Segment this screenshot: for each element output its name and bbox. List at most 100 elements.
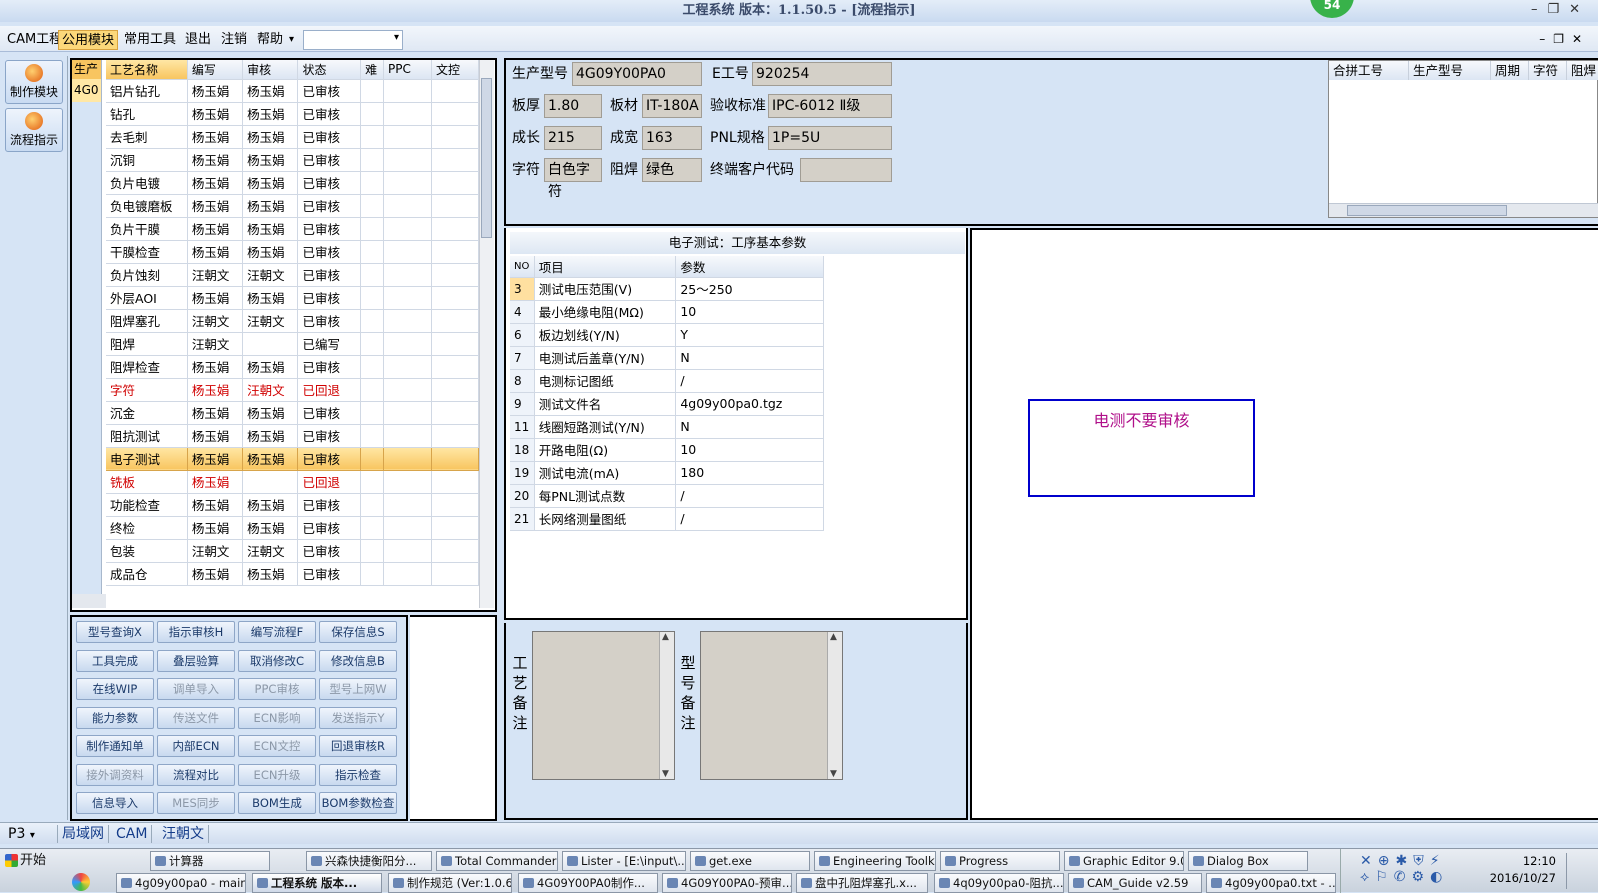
test-col-header[interactable]: 参数 xyxy=(675,256,824,278)
process-col-header[interactable]: 工艺名称 xyxy=(106,60,188,80)
production-cell[interactable]: 4G0 xyxy=(72,79,101,102)
table-cell[interactable] xyxy=(360,378,385,402)
table-cell[interactable] xyxy=(383,378,432,402)
table-cell[interactable] xyxy=(431,516,479,540)
table-cell[interactable]: 终检 xyxy=(106,516,188,540)
table-cell[interactable]: 铣板 xyxy=(106,470,188,494)
action-button[interactable]: MES同步 xyxy=(157,792,235,814)
clock[interactable]: 12:10 2016/10/27 xyxy=(1490,853,1556,887)
table-cell[interactable]: 干膜检查 xyxy=(106,240,188,264)
table-cell[interactable]: 杨玉娟 xyxy=(242,401,299,425)
table-cell[interactable]: 杨玉娟 xyxy=(187,447,244,471)
taskbar-button[interactable]: 工程系统 版本... xyxy=(252,873,382,893)
table-cell[interactable]: 已审核 xyxy=(297,263,362,287)
table-cell[interactable]: 汪朝文 xyxy=(242,309,299,333)
taskbar-button[interactable]: CAM_Guide v2.59 xyxy=(1068,873,1202,893)
table-row[interactable]: 沉铜 杨玉娟 杨玉娟 已审核 xyxy=(106,148,479,172)
table-cell[interactable]: 汪朝文 xyxy=(242,378,299,402)
table-cell[interactable]: 杨玉娟 xyxy=(187,493,244,517)
action-button[interactable]: 发送指示Y xyxy=(319,706,397,729)
taskbar-button[interactable]: get.exe xyxy=(690,851,810,871)
module-combo[interactable] xyxy=(303,30,403,50)
table-cell[interactable]: 杨玉娟 xyxy=(242,516,299,540)
table-cell[interactable]: 阻焊塞孔 xyxy=(106,309,188,333)
table-cell[interactable]: 沉金 xyxy=(106,401,188,425)
taskbar-button[interactable]: 4q09y00pa0-阻抗... xyxy=(934,873,1064,893)
table-cell[interactable]: 已审核 xyxy=(297,286,362,310)
action-button[interactable]: 在线WIP xyxy=(76,678,154,700)
table-cell[interactable] xyxy=(431,470,479,494)
table-cell[interactable]: 杨玉娟 xyxy=(242,286,299,310)
table-cell[interactable]: 杨玉娟 xyxy=(187,401,244,425)
table-cell[interactable] xyxy=(431,401,479,425)
left-hscroll[interactable] xyxy=(72,594,106,608)
action-button[interactable]: 保存信息S xyxy=(319,621,397,643)
action-button[interactable]: 接外调资料 xyxy=(76,763,154,786)
action-button[interactable]: 指示审核H xyxy=(157,621,235,643)
char-field[interactable]: 白色字符 xyxy=(544,158,602,200)
table-row[interactable]: 成品仓 杨玉娟 杨玉娟 已审核 xyxy=(106,562,479,586)
table-cell[interactable]: 已审核 xyxy=(297,309,362,333)
table-cell[interactable]: 负片蚀刻 xyxy=(106,263,188,287)
table-cell[interactable]: 汪朝文 xyxy=(242,539,299,563)
table-cell[interactable] xyxy=(360,240,385,264)
taskbar-button[interactable]: Lister - [E:\input\... xyxy=(562,851,686,871)
table-cell[interactable]: 25～250 xyxy=(675,277,824,301)
table-cell[interactable]: 10 xyxy=(675,300,824,324)
table-row[interactable]: 钻孔 杨玉娟 杨玉娟 已审核 xyxy=(106,102,479,126)
table-cell[interactable] xyxy=(360,332,385,356)
table-cell[interactable]: 杨玉娟 xyxy=(187,171,244,195)
table-row[interactable]: 4 最小绝缘电阻(MΩ) 10 xyxy=(510,300,824,324)
table-row[interactable]: 8 电测标记图纸 / xyxy=(510,369,824,393)
action-button[interactable]: 型号上网W xyxy=(319,678,397,700)
process-col-header[interactable]: PPC xyxy=(383,60,432,80)
table-cell[interactable] xyxy=(360,148,385,172)
table-cell[interactable] xyxy=(360,424,385,448)
table-cell[interactable]: 去毛刺 xyxy=(106,125,188,149)
table-cell[interactable]: 已审核 xyxy=(297,493,362,517)
action-button[interactable]: 回退审核R xyxy=(319,735,397,757)
table-cell[interactable]: 已审核 xyxy=(297,171,362,195)
taskbar-button[interactable]: Dialog Box xyxy=(1188,851,1308,871)
table-cell[interactable]: 已审核 xyxy=(297,240,362,264)
table-cell[interactable]: 已审核 xyxy=(297,79,362,103)
table-row[interactable]: 阻焊检查 杨玉娟 杨玉娟 已审核 xyxy=(106,355,479,379)
taskbar-button[interactable]: 兴森快捷衡阳分... xyxy=(306,851,432,871)
start-button[interactable]: 开始 xyxy=(2,851,68,871)
table-cell[interactable]: 已审核 xyxy=(297,516,362,540)
prod-model-field[interactable]: 4G09Y00PA0 xyxy=(572,62,702,86)
merge-col-char[interactable]: 字符 xyxy=(1529,61,1567,80)
table-cell[interactable]: 已编写 xyxy=(297,332,362,356)
table-cell[interactable] xyxy=(431,171,479,195)
table-cell[interactable] xyxy=(431,424,479,448)
action-button[interactable]: 修改信息B xyxy=(319,649,397,672)
table-cell[interactable] xyxy=(360,470,385,494)
action-button[interactable]: 调单导入 xyxy=(157,678,235,700)
table-cell[interactable] xyxy=(431,539,479,563)
show-desktop-button[interactable] xyxy=(1566,853,1596,889)
table-cell[interactable]: 电测试后盖章(Y/N) xyxy=(534,346,677,370)
table-cell[interactable] xyxy=(431,355,479,379)
table-cell[interactable]: 钻孔 xyxy=(106,102,188,126)
window-controls[interactable]: –❐✕ xyxy=(1531,2,1590,17)
table-cell[interactable]: 汪朝文 xyxy=(242,263,299,287)
table-row[interactable]: 沉金 杨玉娟 杨玉娟 已审核 xyxy=(106,401,479,425)
table-cell[interactable]: 杨玉娟 xyxy=(242,562,299,586)
table-row[interactable]: 电子测试 杨玉娟 杨玉娟 已审核 xyxy=(106,447,479,471)
table-cell[interactable]: 字符 xyxy=(106,378,188,402)
table-row[interactable]: 20 每PNL测试点数 / xyxy=(510,484,824,508)
table-row[interactable]: 7 电测试后盖章(Y/N) N xyxy=(510,346,824,370)
table-cell[interactable] xyxy=(383,355,432,379)
taskbar-button[interactable]: 盘中孔阻焊塞孔.x... xyxy=(796,873,928,893)
table-cell[interactable]: N xyxy=(675,346,824,370)
close-icon[interactable]: ✕ xyxy=(1569,2,1590,17)
app-launcher-icon[interactable] xyxy=(72,873,90,891)
pnl-field[interactable]: 1P=5U xyxy=(768,126,892,150)
table-row[interactable]: 负片电镀 杨玉娟 杨玉娟 已审核 xyxy=(106,171,479,195)
table-cell[interactable]: 20 xyxy=(510,484,535,508)
table-cell[interactable] xyxy=(360,309,385,333)
table-cell[interactable]: 杨玉娟 xyxy=(187,355,244,379)
material-field[interactable]: IT-180A xyxy=(642,94,702,118)
table-cell[interactable]: 负片干膜 xyxy=(106,217,188,241)
table-row[interactable]: 负电镀磨板 杨玉娟 杨玉娟 已审核 xyxy=(106,194,479,218)
